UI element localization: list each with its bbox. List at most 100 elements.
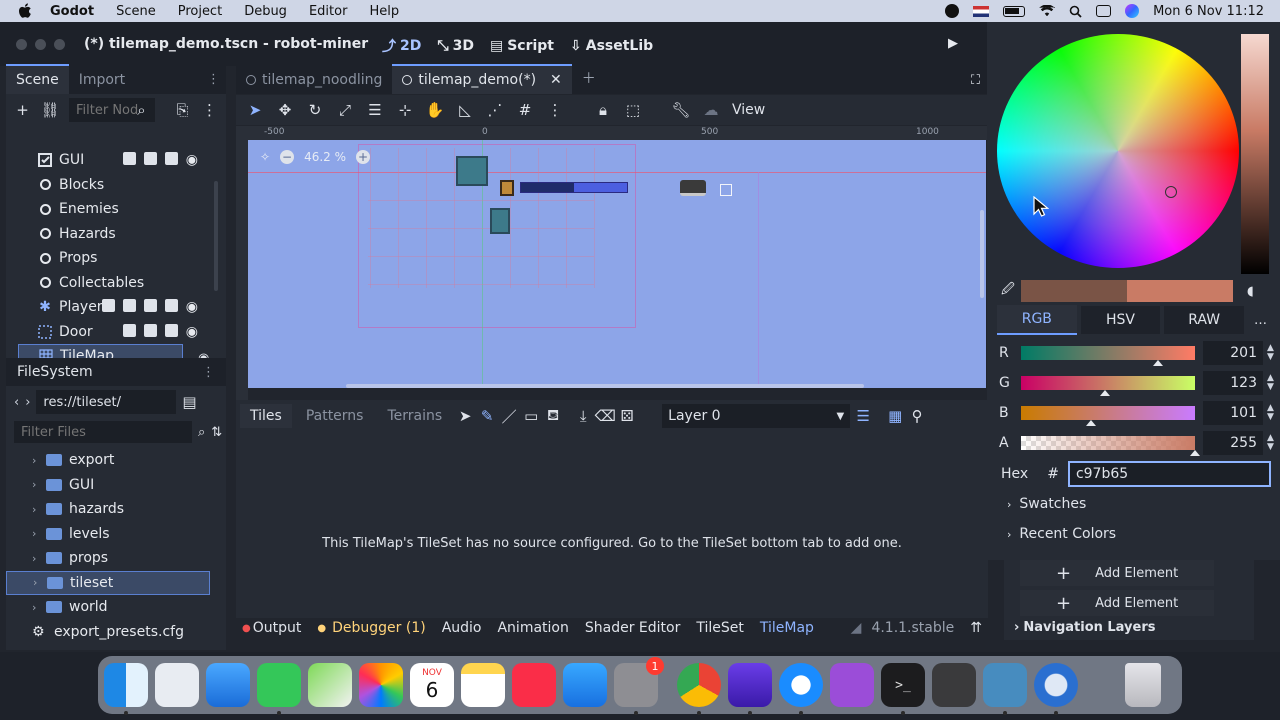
scale-tool-icon[interactable]: ⤢: [336, 101, 354, 119]
group-icon[interactable]: [164, 152, 178, 166]
folder-tileset[interactable]: › tileset: [6, 570, 210, 595]
tab-import[interactable]: Import: [69, 66, 135, 94]
scene-menu-icon[interactable]: ⋮: [201, 101, 218, 119]
group-icon[interactable]: [143, 323, 157, 337]
more-options-icon[interactable]: …: [1254, 313, 1267, 328]
tree-node-collectables[interactable]: Collectables: [18, 271, 214, 296]
red-value[interactable]: 201: [1203, 341, 1263, 365]
blue-spinner-icon[interactable]: ▲ ▼: [1267, 404, 1274, 422]
messages-icon[interactable]: [257, 663, 301, 715]
control-center-icon[interactable]: [1096, 5, 1112, 17]
gui-sprite[interactable]: [456, 156, 488, 186]
path-input[interactable]: [36, 390, 177, 414]
add-element-button-1[interactable]: + Add Element: [1020, 560, 1214, 586]
finder-icon[interactable]: [104, 663, 148, 715]
zoom-window-button[interactable]: [54, 39, 65, 50]
launchpad-icon[interactable]: [155, 663, 199, 707]
zoom-level[interactable]: 46.2 %: [304, 150, 346, 164]
visibility-eye-icon[interactable]: ◉: [186, 299, 198, 315]
bone-icon[interactable]: 🔧︎: [671, 101, 690, 119]
visibility-eye-icon[interactable]: ◉: [186, 324, 198, 340]
expand-panel-icon[interactable]: ⇈: [970, 620, 982, 636]
pivot-tool-icon[interactable]: ⊹: [396, 101, 414, 119]
script-badge-icon[interactable]: [101, 299, 115, 313]
chrome-icon[interactable]: [677, 663, 721, 715]
photos-icon[interactable]: [359, 663, 403, 707]
blue-value[interactable]: 101: [1203, 401, 1263, 425]
fullscreen-icon[interactable]: ⛶: [963, 73, 988, 94]
clapper-icon[interactable]: [122, 299, 136, 313]
navigation-layers-section[interactable]: › Navigation Layers: [1014, 620, 1156, 635]
green-value[interactable]: 123: [1203, 371, 1263, 395]
close-window-button[interactable]: [16, 39, 27, 50]
lock-icon[interactable]: 🔒︎: [594, 101, 612, 119]
folder-hazards[interactable]: › hazards: [6, 497, 226, 522]
alpha-slider[interactable]: [1021, 436, 1200, 456]
notes-icon[interactable]: [461, 663, 505, 707]
tab-terrains[interactable]: Terrains: [377, 404, 452, 428]
red-spinner-icon[interactable]: ▲ ▼: [1267, 344, 1274, 362]
ruler-tool-icon[interactable]: ◺: [456, 101, 474, 119]
menu-debug[interactable]: Debug: [244, 4, 287, 19]
workspace-assetlib-tab[interactable]: ⇩ AssetLib: [570, 38, 653, 54]
workspace-2d-tab[interactable]: ⤴ 2D: [382, 36, 421, 56]
tab-audio[interactable]: Audio: [434, 620, 490, 636]
tilemap-options-icon[interactable]: ⚲: [908, 407, 926, 425]
add-element-button-2[interactable]: + Add Element: [1020, 590, 1214, 616]
tab-animation[interactable]: Animation: [489, 620, 576, 636]
recent-colors-section[interactable]: › Recent Colors: [1007, 526, 1116, 542]
trash-icon[interactable]: [1125, 663, 1161, 707]
folder-props[interactable]: › props: [6, 546, 226, 571]
siri-icon[interactable]: [1125, 4, 1140, 18]
tree-node-hazards[interactable]: Hazards: [18, 222, 214, 247]
green-slider-thumb[interactable]: [1099, 390, 1110, 396]
link-icon[interactable]: ⛓: [40, 101, 59, 119]
forward-arrow-icon[interactable]: ›: [25, 395, 30, 410]
workspace-script-tab[interactable]: ▤ Script: [490, 38, 554, 54]
hex-input[interactable]: [1067, 461, 1271, 487]
close-tab-icon[interactable]: ✕: [550, 72, 562, 88]
zoom-out-icon[interactable]: −: [280, 150, 295, 164]
eyedropper-icon[interactable]: 🖉︎: [1001, 280, 1021, 302]
lock-icon[interactable]: [164, 299, 178, 313]
layout-toggle-icon[interactable]: ▤: [182, 393, 196, 411]
wifi-icon[interactable]: [1039, 5, 1056, 17]
move-tool-icon[interactable]: ✥: [276, 101, 294, 119]
back-arrow-icon[interactable]: ‹: [14, 395, 19, 410]
file-export-presets[interactable]: ⚙ export_presets.cfg: [6, 620, 226, 645]
menu-project[interactable]: Project: [178, 4, 222, 19]
alpha-value[interactable]: 255: [1203, 431, 1263, 455]
safari-icon[interactable]: [779, 663, 823, 715]
new-tab-icon[interactable]: ＋: [572, 62, 606, 94]
tab-tiles[interactable]: Tiles: [240, 404, 292, 428]
folder-gui[interactable]: › GUI: [6, 473, 226, 498]
mode-raw-tab[interactable]: RAW: [1164, 306, 1245, 334]
red-slider[interactable]: [1021, 346, 1195, 366]
tree-node-player[interactable]: ✱ Player ◉: [18, 295, 214, 320]
vertical-scrollbar[interactable]: [980, 210, 984, 298]
minimize-window-button[interactable]: [35, 39, 46, 50]
tab-output[interactable]: ● Output: [236, 620, 309, 636]
group-icon[interactable]: [143, 299, 157, 313]
tab-patterns[interactable]: Patterns: [296, 404, 374, 428]
alpha-slider-thumb[interactable]: [1190, 450, 1200, 456]
tree-node-props[interactable]: Props: [18, 246, 214, 271]
tab-tilemap[interactable]: TileMap: [752, 620, 822, 636]
door-area-icon[interactable]: [720, 184, 732, 196]
list-select-icon[interactable]: ☰: [366, 101, 384, 119]
battery-icon[interactable]: [1003, 5, 1026, 17]
center-view-icon[interactable]: ✧: [260, 150, 270, 164]
smart-snap-icon[interactable]: ⋰: [486, 101, 504, 119]
grid-snap-icon[interactable]: #: [516, 101, 534, 119]
maps-icon[interactable]: [308, 663, 352, 707]
red-slider-thumb[interactable]: [1153, 360, 1164, 366]
eraser-tool-icon[interactable]: ⌫: [595, 407, 616, 425]
folder-world[interactable]: › world: [6, 595, 226, 620]
flag-icon[interactable]: [973, 5, 990, 17]
apple-icon[interactable]: [18, 3, 32, 19]
mail-icon[interactable]: [206, 663, 250, 707]
rect-tool-icon[interactable]: ▭: [522, 407, 540, 425]
blue-slider[interactable]: [1021, 406, 1195, 426]
godot-icon[interactable]: [983, 663, 1027, 715]
tab-scene[interactable]: Scene: [6, 64, 69, 94]
